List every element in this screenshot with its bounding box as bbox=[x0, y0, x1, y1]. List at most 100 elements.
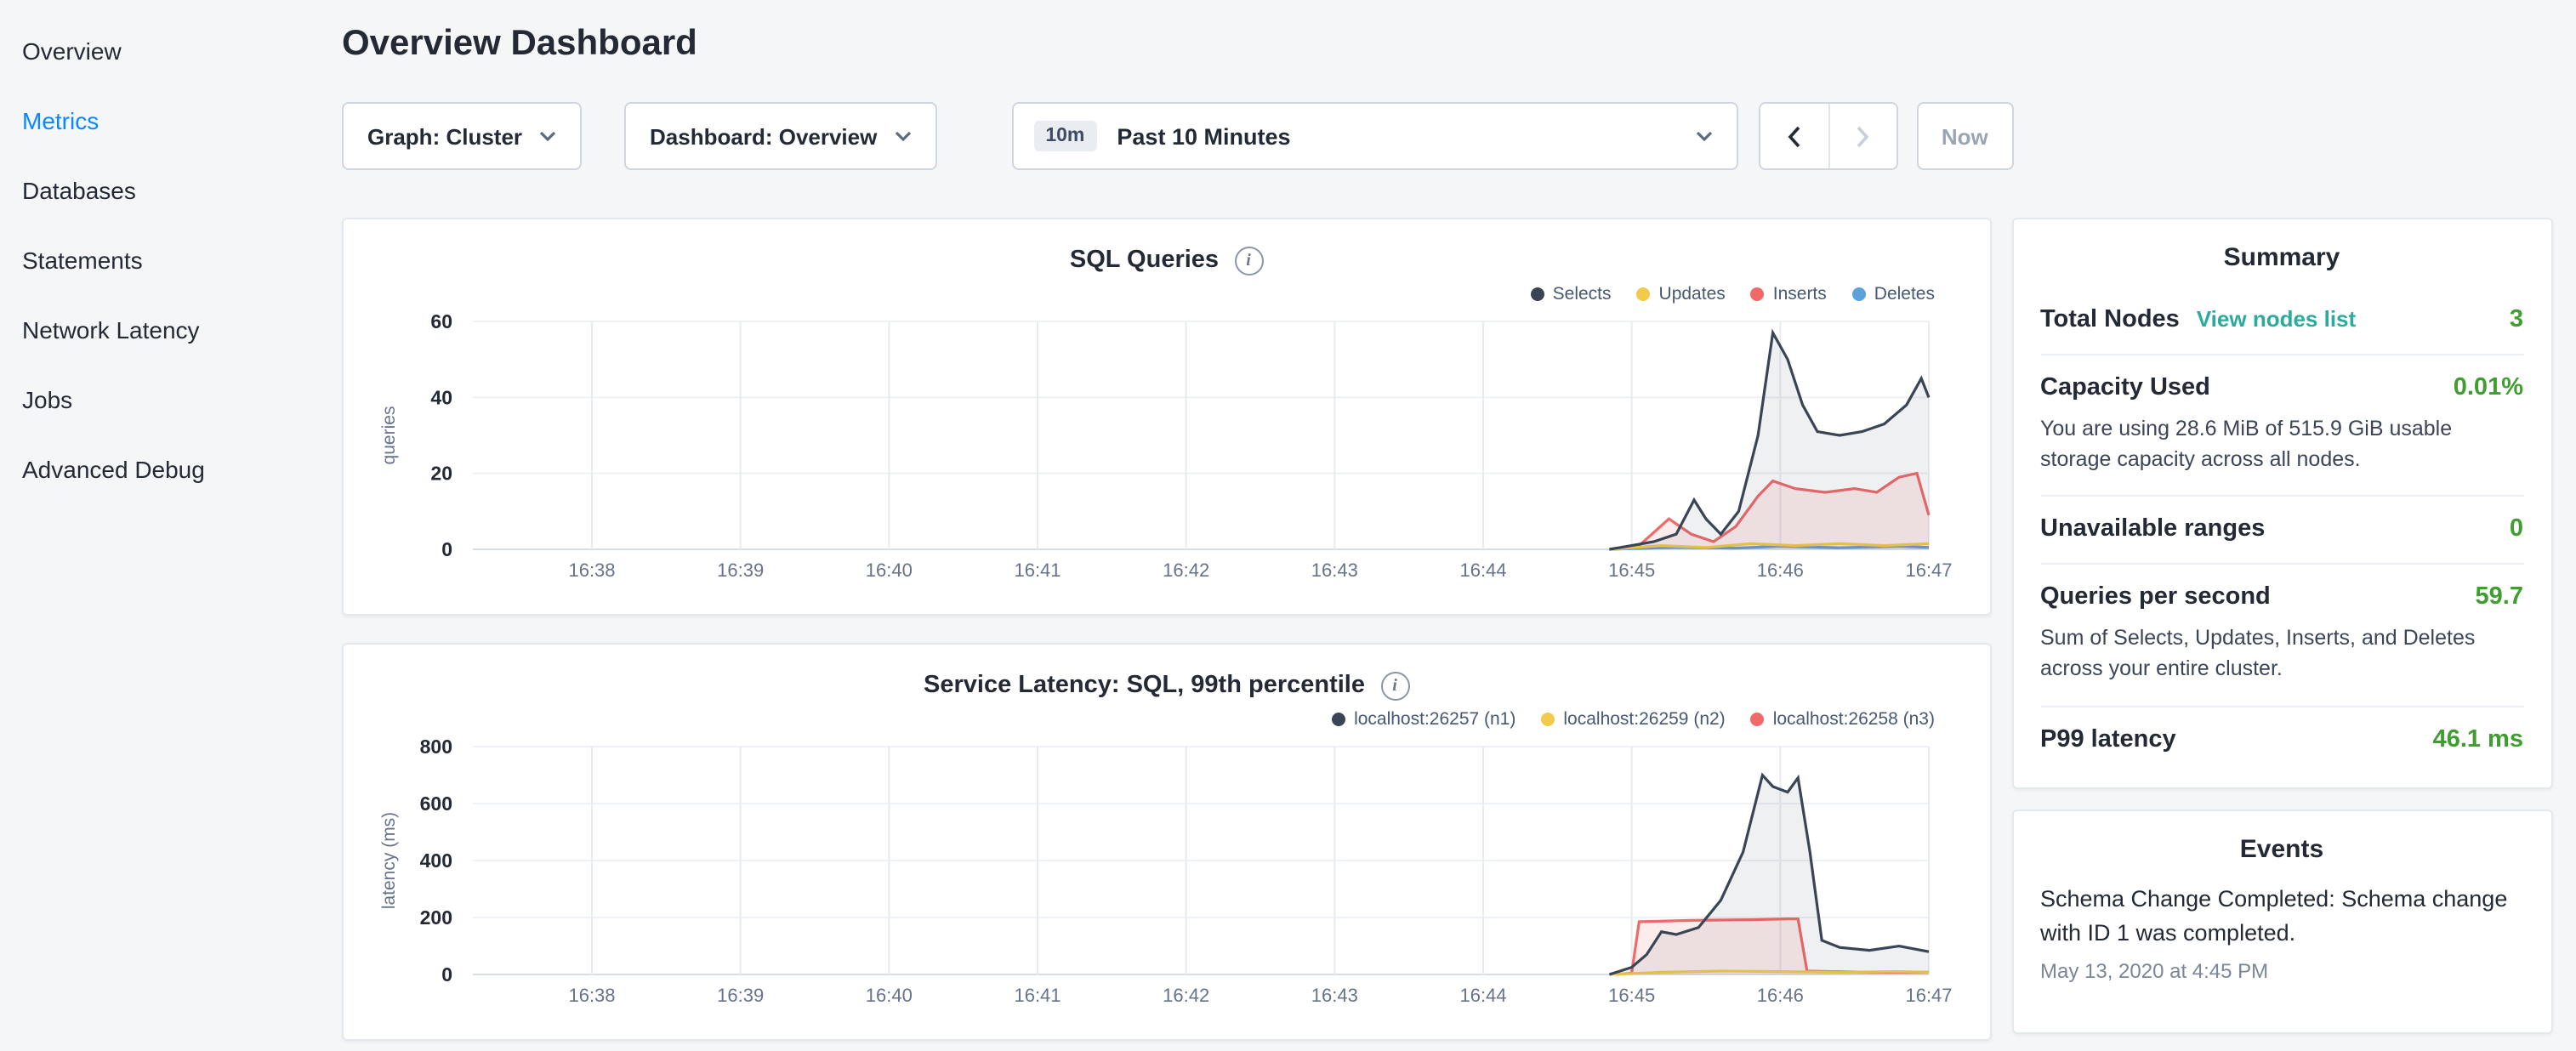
sidebar-list: OverviewMetricsDatabasesStatementsNetwor… bbox=[22, 17, 340, 505]
graph-dropdown-label: Graph: Cluster bbox=[367, 123, 522, 149]
summary-value: 0.01% bbox=[2454, 374, 2523, 401]
svg-text:16:47: 16:47 bbox=[1905, 985, 1952, 1006]
summary-label: Queries per second bbox=[2040, 584, 2271, 611]
events-title: Events bbox=[2040, 810, 2523, 878]
chevron-down-icon bbox=[894, 131, 911, 141]
legend-dot bbox=[1541, 713, 1555, 726]
summary-value: 46.1 ms bbox=[2433, 725, 2523, 753]
summary-row-head: P99 latency46.1 ms bbox=[2040, 725, 2523, 753]
svg-text:16:44: 16:44 bbox=[1459, 560, 1506, 581]
svg-text:16:44: 16:44 bbox=[1459, 985, 1506, 1006]
summary-row-unavailable-ranges: Unavailable ranges0 bbox=[2040, 496, 2523, 564]
right-column: Summary Total NodesView nodes list3Capac… bbox=[2011, 218, 2552, 1033]
svg-text:16:45: 16:45 bbox=[1608, 985, 1655, 1006]
legend-item-localhost-26257-n1: localhost:26257 (n1) bbox=[1332, 709, 1515, 730]
summary-row-head: Unavailable ranges0 bbox=[2040, 516, 2523, 543]
summary-row-queries-per-second: Queries per second59.7Sum of Selects, Up… bbox=[2040, 564, 2523, 706]
time-pager bbox=[1758, 102, 1897, 170]
event-text: Schema Change Completed: Schema change w… bbox=[2040, 882, 2523, 951]
legend-label: localhost:26259 (n2) bbox=[1563, 709, 1725, 730]
legend-item-deletes: Deletes bbox=[1852, 284, 1935, 304]
graph-dropdown[interactable]: Graph: Cluster bbox=[342, 102, 582, 170]
svg-text:16:46: 16:46 bbox=[1757, 560, 1804, 581]
info-icon[interactable]: i bbox=[1234, 246, 1263, 275]
svg-text:0: 0 bbox=[441, 538, 452, 560]
svg-text:40: 40 bbox=[430, 386, 452, 408]
sidebar-item-advanced-debug[interactable]: Advanced Debug bbox=[22, 435, 340, 505]
sidebar-item-network-latency[interactable]: Network Latency bbox=[22, 296, 340, 366]
summary-row-total-nodes: Total NodesView nodes list3 bbox=[2040, 287, 2523, 354]
legend-label: Deletes bbox=[1874, 284, 1935, 304]
legend-item-inserts: Inserts bbox=[1751, 284, 1827, 304]
event-item: Schema Change Completed: Schema change w… bbox=[2040, 878, 2523, 1003]
legend-dot bbox=[1751, 713, 1765, 726]
svg-text:16:43: 16:43 bbox=[1311, 985, 1358, 1006]
sidebar-item-jobs[interactable]: Jobs bbox=[22, 366, 340, 435]
sidebar-item-databases[interactable]: Databases bbox=[22, 156, 340, 226]
time-range-label: Past 10 Minutes bbox=[1117, 123, 1290, 149]
summary-row-capacity-used: Capacity Used0.01%You are using 28.6 MiB… bbox=[2040, 354, 2523, 496]
legend-dot bbox=[1852, 287, 1866, 301]
sidebar-item-overview[interactable]: Overview bbox=[22, 17, 340, 87]
app-root: OverviewMetricsDatabasesStatementsNetwor… bbox=[0, 0, 2576, 1051]
summary-title: Summary bbox=[2040, 219, 2523, 287]
chart-canvas: 020040060080016:3816:3916:4016:4116:4216… bbox=[371, 733, 1963, 1022]
legend-dot bbox=[1332, 713, 1345, 726]
now-button[interactable]: Now bbox=[1916, 102, 2013, 170]
service-latency-chart: 020040060080016:3816:3916:4016:4116:4216… bbox=[371, 733, 1962, 1022]
legend-dot bbox=[1751, 287, 1765, 301]
svg-text:16:39: 16:39 bbox=[717, 560, 764, 581]
sidebar-item-statements[interactable]: Statements bbox=[22, 226, 340, 296]
svg-text:16:41: 16:41 bbox=[1014, 985, 1061, 1006]
svg-text:20: 20 bbox=[430, 463, 452, 485]
time-range-picker[interactable]: 10m Past 10 Minutes bbox=[1011, 102, 1737, 170]
chevron-right-icon bbox=[1856, 125, 1869, 147]
svg-text:16:38: 16:38 bbox=[568, 985, 615, 1006]
svg-text:16:42: 16:42 bbox=[1163, 560, 1209, 581]
summary-rows: Total NodesView nodes list3Capacity Used… bbox=[2040, 287, 2523, 773]
summary-label: Capacity Used bbox=[2040, 374, 2210, 401]
svg-text:queries: queries bbox=[379, 406, 399, 465]
svg-text:0: 0 bbox=[441, 963, 452, 986]
chevron-left-icon bbox=[1787, 125, 1800, 147]
summary-value: 3 bbox=[2510, 306, 2523, 333]
sidebar: OverviewMetricsDatabasesStatementsNetwor… bbox=[0, 0, 340, 1051]
controls-bar: Graph: Cluster Dashboard: Overview 10m P… bbox=[342, 102, 2552, 170]
summary-row-head: Capacity Used 0.01% bbox=[2040, 374, 2523, 401]
svg-text:16:40: 16:40 bbox=[866, 985, 913, 1006]
summary-row-head: Queries per second 59.7 bbox=[2040, 584, 2523, 611]
summary-row-head: Total NodesView nodes list3 bbox=[2040, 306, 2523, 333]
event-list: Schema Change Completed: Schema change w… bbox=[2040, 878, 2523, 1003]
main-content: Overview Dashboard Graph: Cluster Dashbo… bbox=[340, 0, 2576, 1051]
svg-text:60: 60 bbox=[430, 310, 452, 332]
view-nodes-list-link[interactable]: View nodes list bbox=[2197, 306, 2356, 332]
svg-text:16:47: 16:47 bbox=[1905, 560, 1952, 581]
legend-label: Inserts bbox=[1773, 284, 1827, 304]
sidebar-item-metrics[interactable]: Metrics bbox=[22, 87, 340, 156]
summary-label: Unavailable ranges bbox=[2040, 516, 2265, 543]
summary-row-p99-latency: P99 latency46.1 ms bbox=[2040, 705, 2523, 773]
chart-title: Service Latency: SQL, 99th percentile bbox=[924, 672, 1365, 699]
legend-dot bbox=[1531, 287, 1544, 301]
info-icon[interactable]: i bbox=[1380, 671, 1409, 700]
content-row: SQL Queries i SelectsUpdatesInsertsDelet… bbox=[342, 218, 2552, 1041]
svg-text:16:40: 16:40 bbox=[866, 560, 913, 581]
svg-text:800: 800 bbox=[420, 736, 452, 758]
time-prev-button[interactable] bbox=[1760, 104, 1828, 168]
charts-column: SQL Queries i SelectsUpdatesInsertsDelet… bbox=[342, 218, 1991, 1041]
chart-canvas: 020406016:3816:3916:4016:4116:4216:4316:… bbox=[371, 308, 1963, 597]
legend-item-localhost-26259-n2: localhost:26259 (n2) bbox=[1541, 709, 1725, 730]
time-range-badge: 10m bbox=[1033, 121, 1096, 151]
time-next-button[interactable] bbox=[1828, 104, 1896, 168]
svg-text:16:45: 16:45 bbox=[1608, 560, 1655, 581]
page-title: Overview Dashboard bbox=[342, 24, 2552, 65]
legend-item-selects: Selects bbox=[1531, 284, 1612, 304]
svg-text:400: 400 bbox=[420, 849, 452, 872]
summary-card: Summary Total NodesView nodes list3Capac… bbox=[2011, 218, 2552, 788]
summary-value: 59.7 bbox=[2476, 584, 2523, 611]
dashboard-dropdown[interactable]: Dashboard: Overview bbox=[624, 102, 936, 170]
sql-queries-chart-card: SQL Queries i SelectsUpdatesInsertsDelet… bbox=[342, 218, 1991, 616]
chevron-down-icon bbox=[1695, 131, 1712, 141]
legend-item-localhost-26258-n3: localhost:26258 (n3) bbox=[1751, 709, 1935, 730]
chart-title-row: Service Latency: SQL, 99th percentile i bbox=[371, 665, 1962, 706]
